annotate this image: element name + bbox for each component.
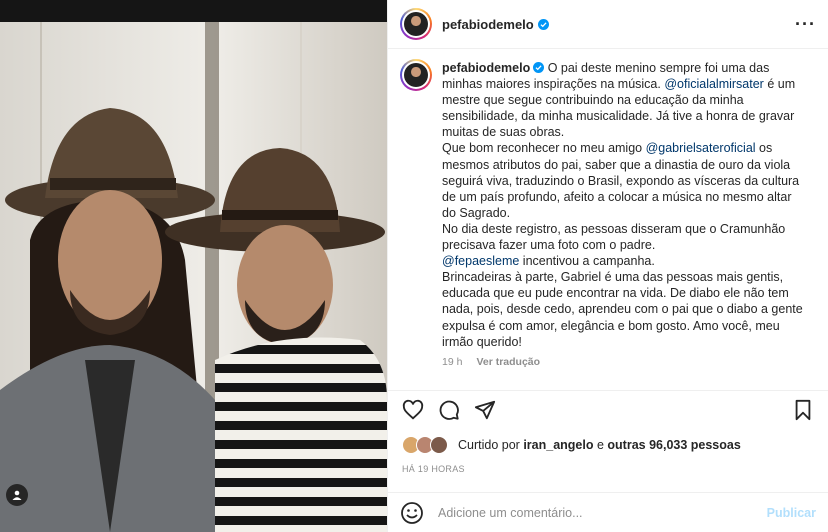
post-photo[interactable]	[0, 0, 387, 532]
likes-middle: e	[593, 438, 608, 452]
likes-count[interactable]: outras 96,033 pessoas	[607, 438, 740, 452]
mention-link[interactable]: @fepaesleme	[442, 254, 519, 268]
action-bar	[400, 395, 816, 425]
post-sidebar: pefabiodemelo ··· pefabiodemelo O pai de…	[387, 0, 828, 532]
likes-summary: Curtido por iran_angelo e outras 96,033 …	[402, 436, 741, 454]
avatar[interactable]	[400, 8, 432, 40]
photo-illustration	[0, 0, 387, 532]
caption-username[interactable]: pefabiodemelo	[442, 61, 530, 75]
post-time: 19 h	[442, 355, 463, 368]
caption-part-4: incentivou a campanha. Brincadeiras à pa…	[442, 254, 803, 349]
user-tag-icon[interactable]	[6, 484, 28, 506]
liker-username[interactable]: iran_angelo	[523, 438, 593, 452]
emoji-smiley-icon[interactable]	[400, 501, 424, 525]
likes-text: Curtido por iran_angelo e outras 96,033 …	[458, 438, 741, 452]
caption-text: pefabiodemelo O pai deste menino sempre …	[442, 60, 805, 350]
post-timestamp[interactable]: HÁ 19 HORAS	[402, 464, 465, 474]
more-options-icon[interactable]: ···	[795, 14, 816, 35]
mention-link[interactable]: @gabrielsateroficial	[646, 141, 756, 155]
caption-avatar[interactable]	[400, 59, 432, 91]
save-bookmark-icon[interactable]	[790, 397, 816, 423]
mention-link[interactable]: @oficialalmirsater	[664, 77, 764, 91]
caption-section: pefabiodemelo O pai deste menino sempre …	[388, 48, 828, 391]
post-author-username[interactable]: pefabiodemelo	[442, 17, 534, 32]
caption-part-3: os mesmos atributos do pai, saber que a …	[442, 141, 800, 253]
like-heart-icon[interactable]	[400, 397, 426, 423]
verified-badge-icon	[533, 62, 545, 73]
liker-avatar[interactable]	[430, 436, 448, 454]
translate-link[interactable]: Ver tradução	[476, 356, 540, 368]
comment-bubble-icon[interactable]	[436, 397, 462, 423]
comment-input[interactable]	[436, 504, 767, 521]
verified-badge-icon	[537, 18, 549, 30]
caption-meta: 19 h Ver tradução	[442, 356, 816, 368]
publish-button[interactable]: Publicar	[767, 506, 816, 520]
post-header: pefabiodemelo ···	[388, 0, 828, 49]
comment-bar: Publicar	[388, 492, 828, 532]
likes-prefix: Curtido por	[458, 438, 524, 452]
share-send-icon[interactable]	[472, 397, 498, 423]
post-modal: pefabiodemelo ··· pefabiodemelo O pai de…	[0, 0, 828, 532]
